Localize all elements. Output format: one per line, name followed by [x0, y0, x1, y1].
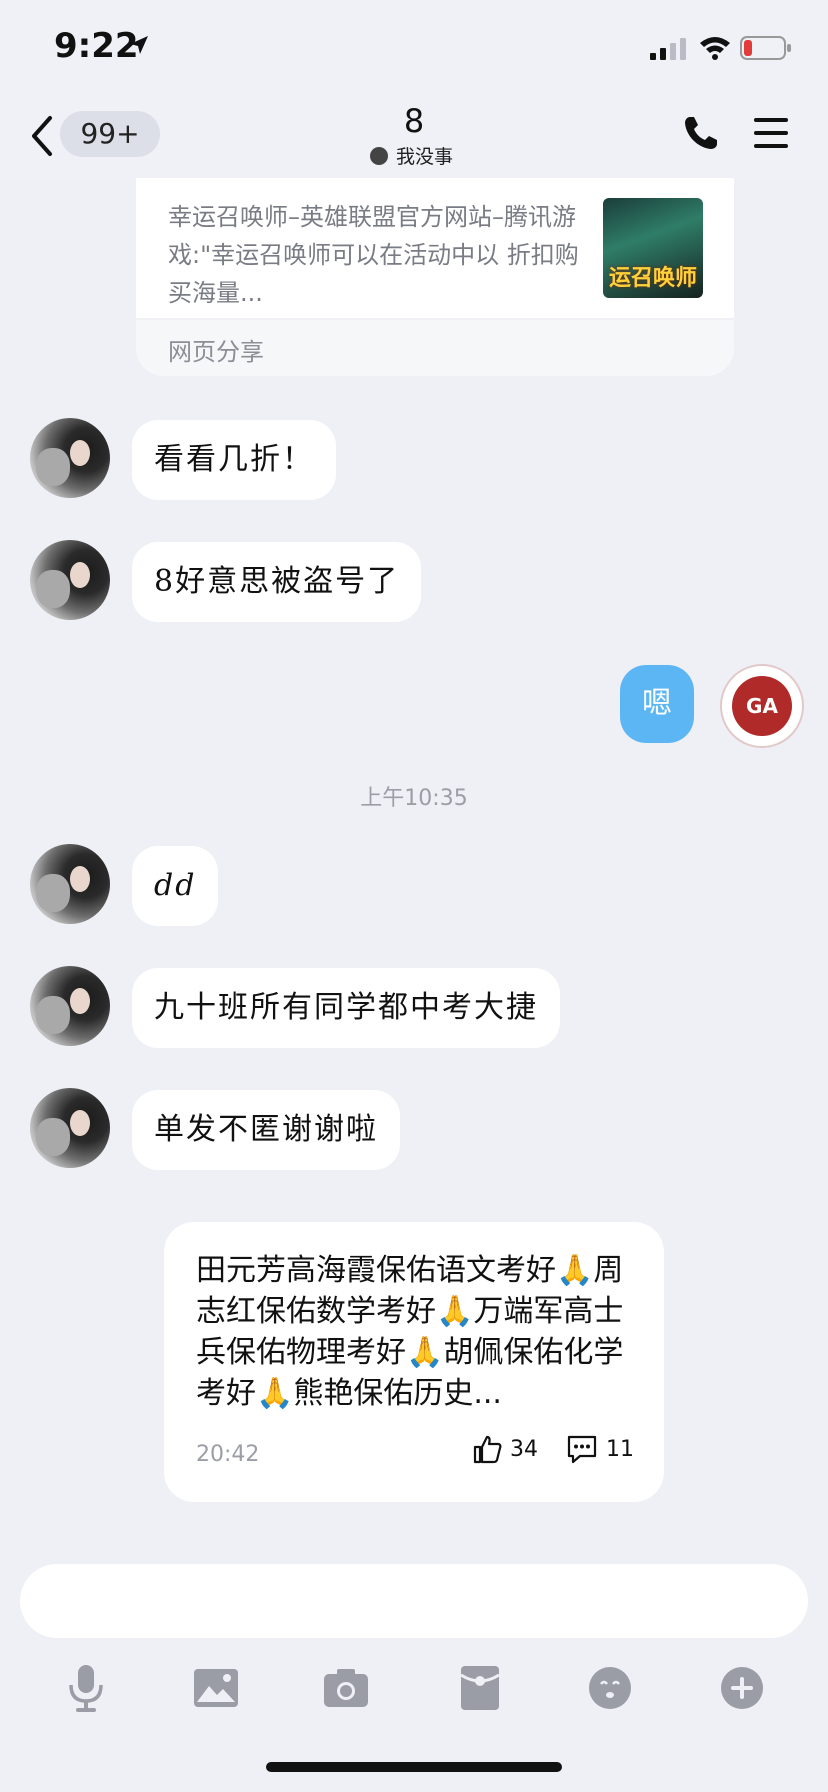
red-packet-icon	[460, 1666, 500, 1710]
red-packet-button[interactable]	[450, 1658, 510, 1718]
incoming-message[interactable]: dd	[132, 846, 219, 926]
phone-call-icon[interactable]	[682, 114, 720, 152]
chat-nav-bar: 99+ 8 我没事	[0, 100, 828, 178]
comment-icon	[567, 1435, 597, 1464]
contact-status-text: 我没事	[396, 146, 454, 168]
share-footer: 网页分享	[136, 318, 734, 376]
message-input[interactable]	[20, 1564, 808, 1638]
chat-screen: 9:22 99+ 8 我没事 幸运召唤师–英雄联盟官方网站–腾讯游戏:"幸运召唤…	[0, 0, 828, 1792]
incoming-message[interactable]: 九十班所有同学都中考大捷	[132, 968, 560, 1048]
more-button[interactable]	[712, 1658, 772, 1718]
thumbs-up-icon	[473, 1435, 502, 1464]
contact-avatar[interactable]	[30, 1088, 110, 1168]
contact-avatar[interactable]	[30, 844, 110, 924]
wifi-icon	[700, 37, 730, 60]
comment-count: 11	[606, 1436, 634, 1462]
contact-status[interactable]: 我没事	[370, 142, 453, 169]
outgoing-message[interactable]: 嗯	[620, 665, 694, 743]
incoming-message[interactable]: 看看几折！	[132, 420, 336, 500]
status-bar: 9:22	[0, 0, 828, 100]
emoji-button[interactable]	[580, 1658, 640, 1718]
plus-circle-icon	[721, 1667, 763, 1709]
share-description: 幸运召唤师–英雄联盟官方网站–腾讯游戏:"幸运召唤师可以在活动中以 折扣购买海量…	[168, 203, 579, 307]
like-button[interactable]: 34	[472, 1434, 538, 1464]
back-chevron-icon[interactable]	[28, 114, 56, 158]
location-arrow-icon	[130, 36, 148, 54]
menu-icon[interactable]	[752, 116, 790, 150]
microphone-icon	[69, 1665, 103, 1712]
post-time: 20:42	[196, 1442, 260, 1467]
time-divider: 上午10:35	[360, 786, 468, 811]
unread-count-badge[interactable]: 99+	[60, 111, 160, 157]
battery-icon	[740, 36, 791, 60]
share-thumbnail: 运召唤师	[603, 198, 703, 298]
like-count: 34	[510, 1436, 538, 1462]
composer	[0, 1546, 828, 1792]
camera-icon	[324, 1669, 368, 1707]
contact-avatar[interactable]	[30, 540, 110, 620]
contact-avatar[interactable]	[30, 418, 110, 498]
cellular-signal-icon	[650, 38, 686, 60]
post-text: 田元芳高海霞保佑语文考好🙏周志红保佑数学考好🙏万端军高士兵保佑物理考好🙏胡佩保佑…	[196, 1253, 624, 1411]
image-icon	[194, 1669, 238, 1707]
photo-button[interactable]	[186, 1658, 246, 1718]
composer-toolbar	[0, 1658, 828, 1738]
comment-button[interactable]: 11	[566, 1434, 634, 1464]
incoming-message[interactable]: 单发不匿谢谢啦	[132, 1090, 400, 1170]
emoji-icon	[589, 1667, 631, 1709]
status-time: 9:22	[54, 26, 139, 66]
school-emblem-icon: GA	[732, 676, 792, 736]
voice-button[interactable]	[56, 1658, 116, 1718]
chat-title[interactable]: 8	[364, 102, 464, 140]
home-indicator	[266, 1762, 562, 1772]
status-emoji-icon	[370, 146, 388, 165]
contact-avatar[interactable]	[30, 966, 110, 1046]
shared-post-card[interactable]: 田元芳高海霞保佑语文考好🙏周志红保佑数学考好🙏万端军高士兵保佑物理考好🙏胡佩保佑…	[164, 1222, 664, 1502]
my-avatar[interactable]: GA	[720, 664, 804, 748]
share-source-label: 网页分享	[168, 338, 264, 366]
camera-button[interactable]	[316, 1658, 376, 1718]
webpage-share-card[interactable]: 幸运召唤师–英雄联盟官方网站–腾讯游戏:"幸运召唤师可以在活动中以 折扣购买海量…	[136, 150, 734, 376]
incoming-message[interactable]: 8好意思被盗号了	[132, 542, 422, 622]
share-thumbnail-text: 运召唤师	[608, 266, 697, 291]
